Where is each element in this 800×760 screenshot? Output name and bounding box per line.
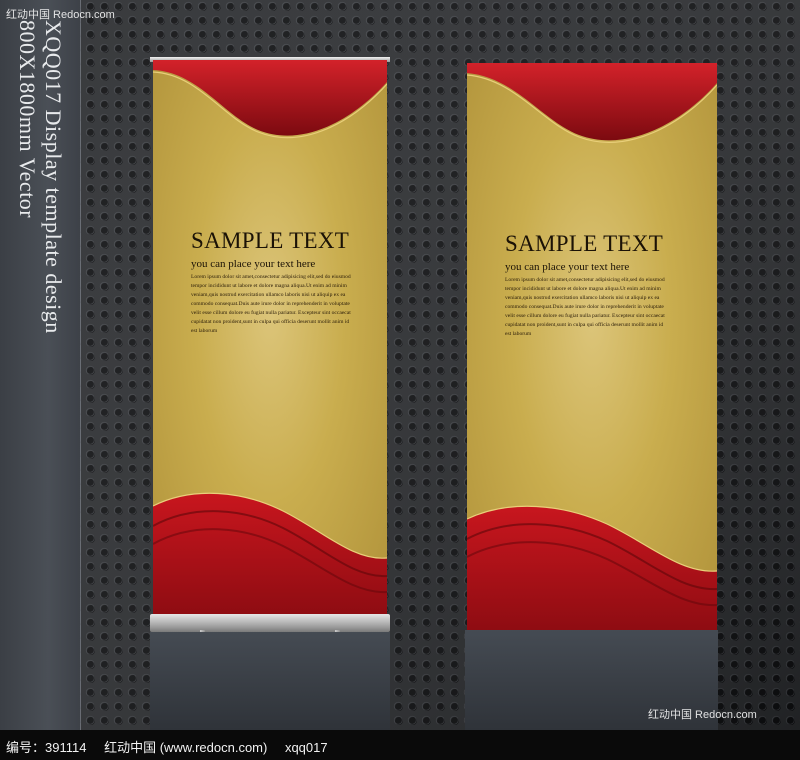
footer-id: 编号：391114 (6, 740, 87, 755)
bottom-red-wave (153, 492, 387, 616)
display-template-canvas: XQQ017 Display template design 800X1800m… (0, 0, 800, 760)
banner-left-text: SAMPLE TEXT you can place your text here… (191, 228, 351, 336)
caption-line-2: 800X1800mm Vector (15, 20, 40, 219)
subline: you can place your text here (505, 261, 630, 273)
banner-left: SAMPLE TEXT you can place your text here… (153, 60, 387, 616)
watermark-top: 红动中国 Redocn.com (6, 9, 115, 21)
watermark-bottom-right: 红动中国 Redocn.com (648, 709, 757, 721)
banner-right: SAMPLE TEXT you can place your text here… (467, 63, 717, 631)
headline: SAMPLE TEXT (191, 228, 350, 253)
footer-code: xqq017 (284, 740, 328, 755)
body-text: Lorem ipsum dolor sit amet,consectetur a… (191, 274, 351, 334)
vertical-caption: XQQ017 Display template design 800X1800m… (10, 20, 70, 420)
floor-block-left (150, 632, 390, 730)
stand-base (150, 614, 390, 632)
top-red-wave (153, 60, 387, 139)
top-red-wave (467, 63, 717, 143)
strip-divider (80, 0, 81, 730)
banner-right-text: SAMPLE TEXT you can place your text here… (505, 231, 665, 339)
bottom-red-wave (467, 505, 717, 631)
body-text: Lorem ipsum dolor sit amet,consectetur a… (505, 277, 665, 337)
footer-bar: 编号：391114 红动中国 (www.redocn.com) xqq017 (0, 730, 800, 760)
caption-line-1: XQQ017 Display template design (41, 20, 66, 334)
subline: you can place your text here (191, 258, 316, 270)
headline: SAMPLE TEXT (505, 231, 664, 256)
footer-site: 红动中国 (www.redocn.com) (104, 740, 268, 755)
footer-info: 编号：391114 红动中国 (www.redocn.com) xqq017 (6, 737, 342, 756)
